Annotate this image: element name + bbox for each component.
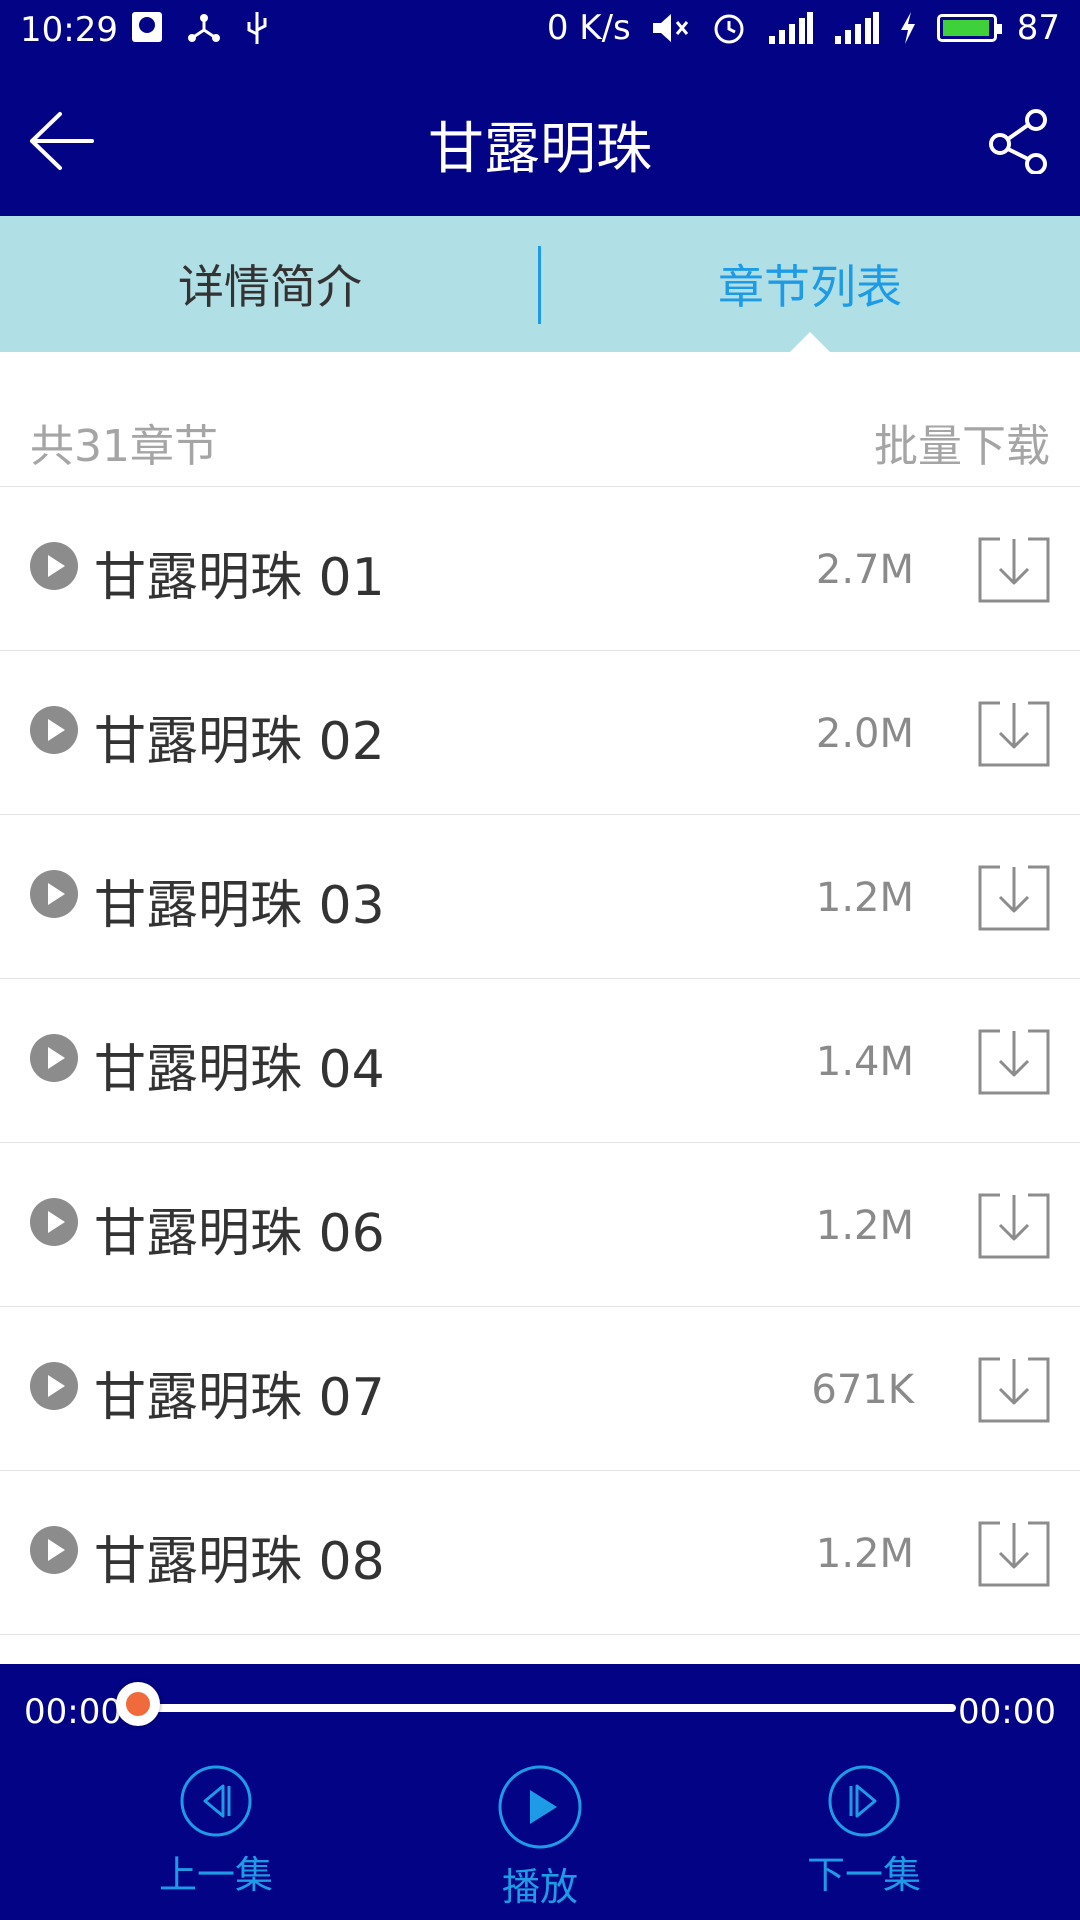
chapter-size: 671K [811,1367,914,1413]
chapter-play-icon[interactable] [30,1362,78,1410]
chapter-size: 1.4M [815,1039,914,1085]
charging-icon [900,12,915,44]
tab-details[interactable]: 详情简介 [0,216,540,352]
chapter-play-icon[interactable] [30,1198,78,1246]
tab-chapter-list-label: 章节列表 [718,260,902,314]
active-tab-caret [790,332,830,352]
batch-download-button[interactable]: 批量下载 [874,410,1050,474]
progress-knob[interactable] [116,1682,160,1726]
chapter-play-icon[interactable] [30,542,78,590]
mute-icon [652,14,688,42]
signal-4g-icon [834,12,879,44]
chapter-name: 甘露明珠 08 [94,1532,385,1592]
chapter-play-icon[interactable] [30,870,78,918]
download-icon[interactable] [978,1193,1050,1259]
next-episode-button[interactable]: 下一集 [764,1764,964,1899]
status-icons-left [130,10,270,46]
chapter-name: 甘露明珠 06 [94,1204,385,1264]
download-icon[interactable] [978,1521,1050,1587]
net-speed: 0 K/s [546,8,631,48]
tab-details-label: 详情简介 [178,260,362,314]
battery-icon [936,14,1002,42]
chapter-play-icon[interactable] [30,706,78,754]
previous-label: 上一集 [158,1853,273,1897]
chapter-size: 2.7M [815,547,914,593]
play-button[interactable]: 播放 [440,1764,640,1911]
chapter-row[interactable]: 甘露明珠 02 2.0M [0,651,1080,815]
audio-player: 00:00 00:00 上一集 播放 下一集 [0,1664,1080,1920]
next-icon [828,1765,900,1837]
usb-icon [247,12,267,44]
chapter-row[interactable]: 甘露明珠 01 2.7M [0,487,1080,651]
page-title: 甘露明珠 [428,117,652,182]
chapter-row[interactable]: 甘露明珠 03 1.2M [0,815,1080,979]
chapter-summary: 共31章节 批量下载 [0,352,1080,487]
tab-chapter-list[interactable]: 章节列表 [540,216,1080,352]
share-icon[interactable] [986,108,1052,174]
total-time: 00:00 [958,1692,1056,1732]
previous-episode-button[interactable]: 上一集 [116,1764,316,1899]
qq-icon [132,12,162,42]
chapter-size: 1.2M [815,875,914,921]
download-icon[interactable] [978,1029,1050,1095]
tab-bar: 详情简介 章节列表 [0,216,1080,352]
signal-icon [768,12,813,44]
chapter-row[interactable]: 甘露明珠 07 671K [0,1307,1080,1471]
chapter-name: 甘露明珠 07 [94,1368,385,1428]
chapter-play-icon[interactable] [30,1526,78,1574]
status-bar: 10:29 0 K/s 87 [0,0,1080,64]
chapter-count: 共31章节 [30,421,218,472]
previous-icon [180,1765,252,1837]
chapter-row[interactable]: 甘露明珠 06 1.2M [0,1143,1080,1307]
chapter-name: 甘露明珠 03 [94,876,385,936]
download-icon[interactable] [978,537,1050,603]
chapter-name: 甘露明珠 02 [94,712,385,772]
progress-bar[interactable] [116,1682,956,1726]
chapter-name: 甘露明珠 04 [94,1040,385,1100]
status-time: 10:29 [20,10,118,50]
chapter-size: 1.2M [815,1203,914,1249]
chapter-size: 1.2M [815,1531,914,1577]
play-label: 播放 [501,1865,578,1909]
download-icon[interactable] [978,1357,1050,1423]
chapter-row[interactable]: 甘露明珠 04 1.4M [0,979,1080,1143]
chapter-play-icon[interactable] [30,1034,78,1082]
chapter-size: 2.0M [815,711,914,757]
chapter-row[interactable]: 甘露明珠 08 1.2M [0,1471,1080,1635]
title-bar: 甘露明珠 [0,64,1080,216]
battery-level: 87 [1016,8,1060,48]
current-time: 00:00 [24,1692,122,1732]
status-icons-right: 0 K/s 87 [547,8,1060,48]
play-icon [498,1765,582,1849]
alarm-icon [714,14,744,44]
download-icon[interactable] [978,701,1050,767]
next-label: 下一集 [806,1853,921,1897]
share-network-icon [188,14,220,42]
download-icon[interactable] [978,865,1050,931]
chapter-list: 甘露明珠 01 2.7M 甘露明珠 02 2.0M 甘露明珠 03 1.2M 甘露明珠 04… [0,487,1080,1635]
chapter-name: 甘露明珠 01 [94,548,385,608]
